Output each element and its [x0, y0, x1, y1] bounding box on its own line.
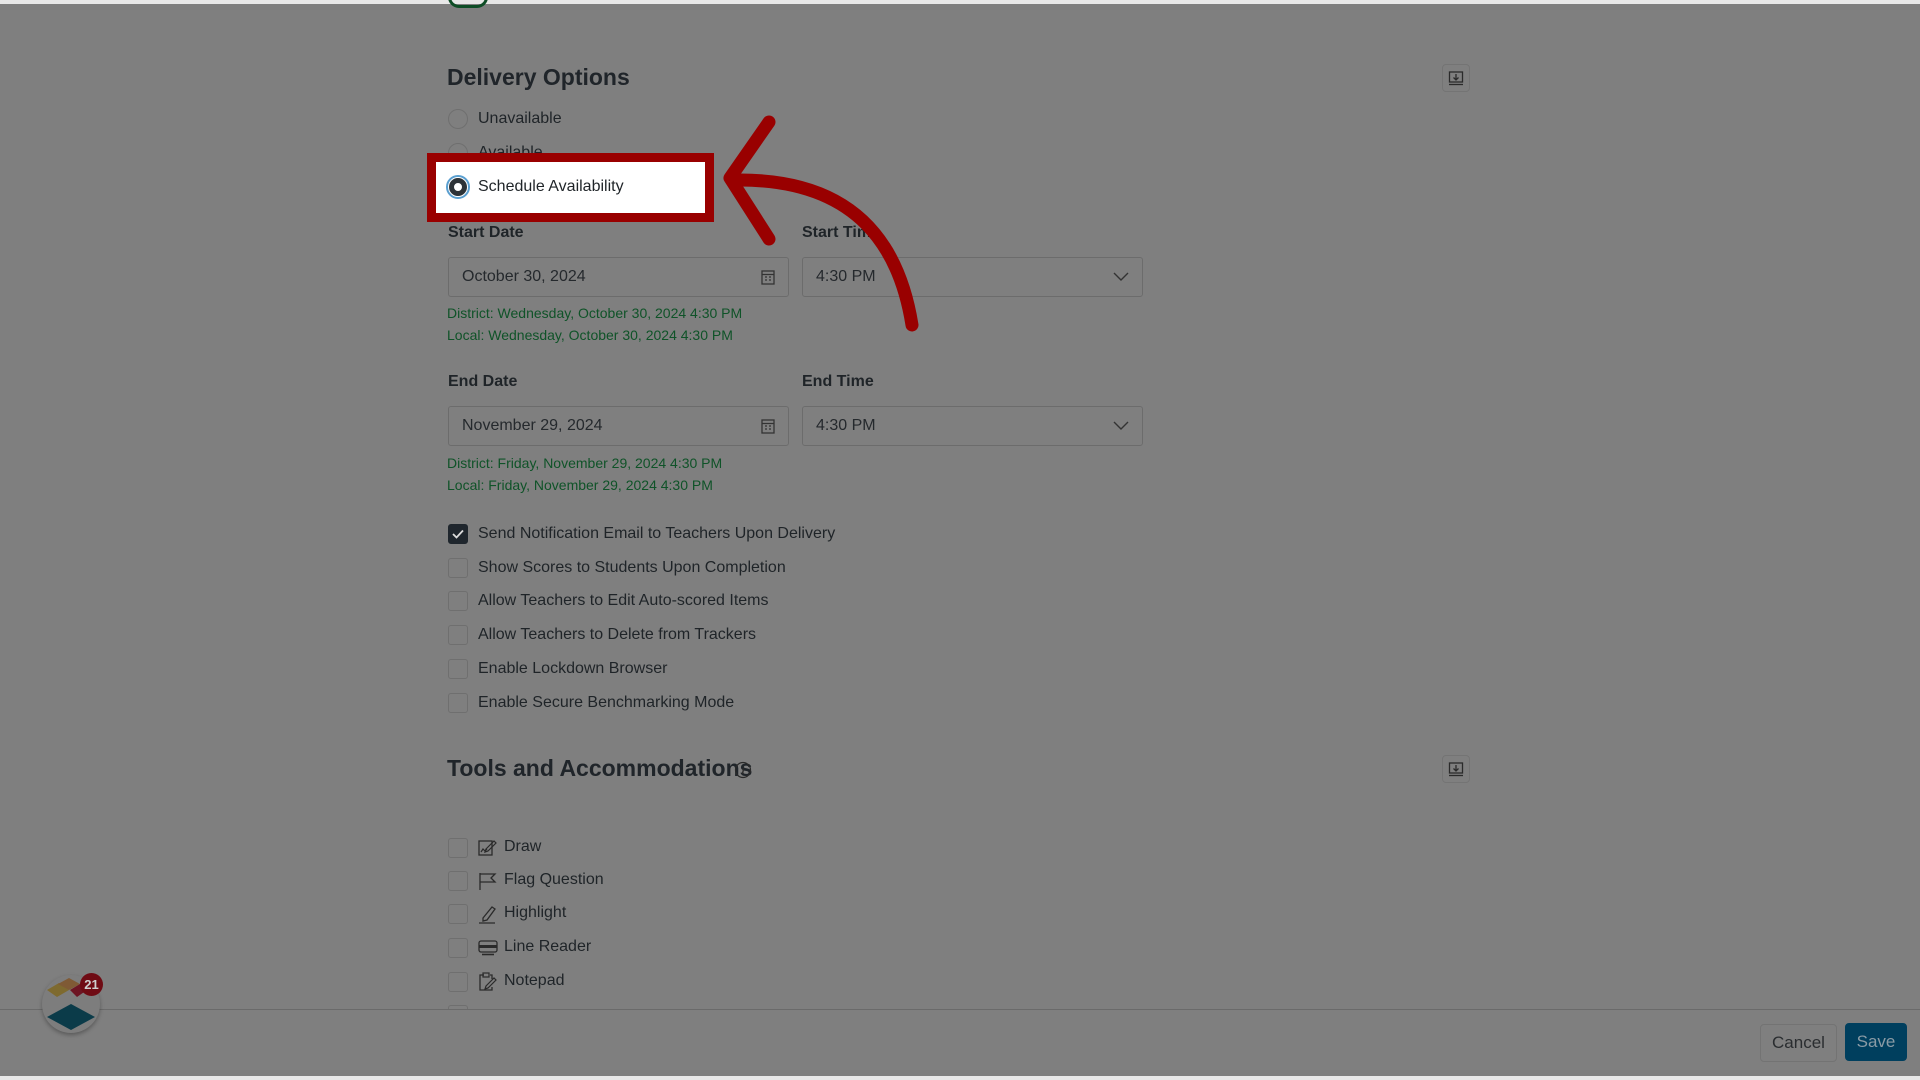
notepad-icon [479, 972, 497, 991]
end-date-value: November 29, 2024 [462, 417, 603, 434]
end-time-value: 4:30 PM [816, 417, 876, 434]
checkbox-delete-trackers[interactable] [448, 625, 468, 645]
checkbox-label: Allow Teachers to Edit Auto-scored Items [478, 592, 769, 609]
tool-label: Notepad [504, 972, 565, 989]
radio-label-unavailable: Unavailable [478, 110, 562, 127]
tool-label: Flag Question [504, 871, 604, 888]
collapse-section-button[interactable] [1442, 755, 1470, 783]
tool-label: Line Reader [504, 938, 592, 955]
checkbox-highlight[interactable] [448, 904, 468, 924]
line-reader-icon [478, 940, 498, 956]
toggle-switch-partial[interactable] [448, 0, 488, 8]
end-district-time: District: Friday, November 29, 2024 4:30… [447, 455, 723, 471]
end-date-input[interactable]: November 29, 2024 [448, 406, 789, 446]
info-icon[interactable] [734, 761, 752, 779]
tool-label: Highlight [504, 904, 567, 921]
bottom-edge [0, 1076, 1920, 1080]
download-tray-icon [1448, 762, 1464, 777]
chevron-down-icon [1113, 421, 1129, 430]
start-district-time: District: Wednesday, October 30, 2024 4:… [447, 305, 743, 321]
draw-icon [478, 840, 497, 856]
start-date-value: October 30, 2024 [462, 268, 586, 285]
checkbox-label: Enable Secure Benchmarking Mode [478, 694, 735, 711]
checkbox-label: Allow Teachers to Delete from Trackers [478, 626, 757, 643]
calendar-icon[interactable] [761, 269, 775, 285]
checkbox-label: Enable Lockdown Browser [478, 660, 668, 677]
checkbox-secure-benchmarking[interactable] [448, 693, 468, 713]
radio-selected-dot [449, 178, 467, 196]
flag-icon [479, 873, 497, 890]
radio-label-schedule-availability: Schedule Availability [478, 178, 624, 195]
section-title-delivery-options: Delivery Options [447, 64, 630, 90]
download-tray-icon [1448, 71, 1464, 86]
checkbox-label: Show Scores to Students Upon Completion [478, 559, 786, 576]
start-date-label: Start Date [448, 224, 524, 241]
cancel-button[interactable]: Cancel [1760, 1024, 1837, 1062]
checkbox-show-scores[interactable] [448, 558, 468, 578]
start-date-input[interactable]: October 30, 2024 [448, 257, 789, 297]
checkbox-flag-question[interactable] [448, 871, 468, 891]
highlighter-icon [479, 906, 496, 924]
chevron-down-icon [1113, 272, 1129, 281]
end-time-label: End Time [802, 373, 874, 390]
footer-divider [0, 1009, 1920, 1010]
checkbox-edit-auto-scored[interactable] [448, 591, 468, 611]
tool-label: Draw [504, 838, 542, 855]
start-time-value: 4:30 PM [816, 268, 876, 285]
end-local-time: Local: Friday, November 29, 2024 4:30 PM [447, 477, 713, 493]
start-local-time: Local: Wednesday, October 30, 2024 4:30 … [447, 327, 733, 343]
calendar-icon[interactable] [761, 418, 775, 434]
start-time-select[interactable]: 4:30 PM [802, 257, 1143, 297]
checkbox-lockdown-browser[interactable] [448, 659, 468, 679]
checkmark-icon [452, 529, 464, 539]
radio-schedule-availability[interactable] [446, 175, 470, 199]
top-edge [0, 0, 1920, 4]
checkbox-notepad[interactable] [448, 972, 468, 992]
checkbox-label: Send Notification Email to Teachers Upon… [478, 525, 836, 542]
start-time-label: Start Time [802, 224, 880, 241]
save-button[interactable]: Save [1845, 1023, 1907, 1061]
section-title-tools: Tools and Accommodations [447, 755, 753, 781]
notification-badge: 21 [80, 973, 103, 996]
checkbox-draw[interactable] [448, 838, 468, 858]
end-time-select[interactable]: 4:30 PM [802, 406, 1143, 446]
annotation-arrow [723, 115, 919, 332]
checkbox-line-reader[interactable] [448, 938, 468, 958]
radio-unavailable[interactable] [448, 109, 468, 129]
collapse-section-button[interactable] [1442, 64, 1470, 92]
end-date-label: End Date [448, 373, 518, 390]
checkbox-send-notification[interactable] [448, 524, 468, 544]
